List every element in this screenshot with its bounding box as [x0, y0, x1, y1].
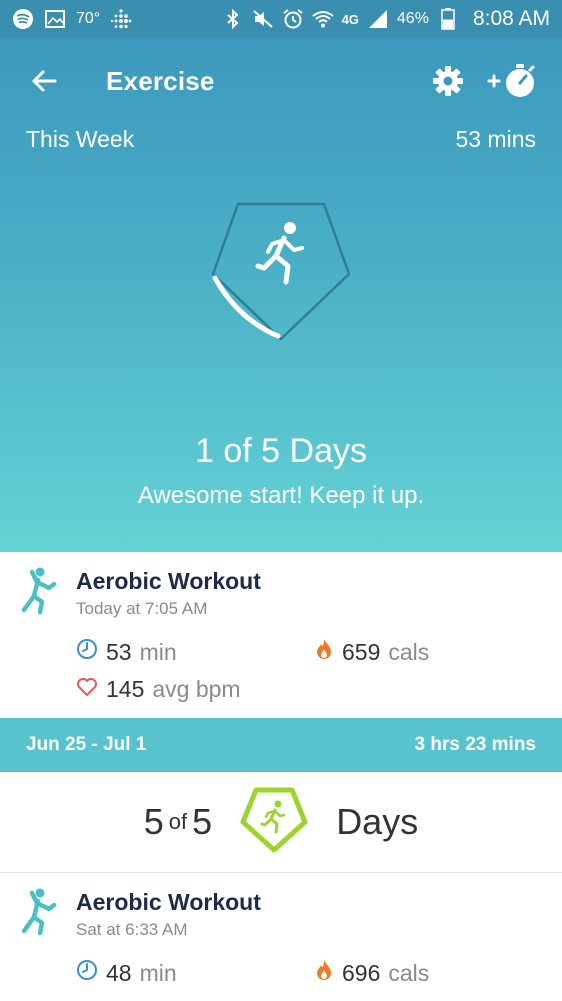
signal-icon: [367, 8, 389, 30]
duration-value: 48: [106, 959, 132, 986]
workout-list-item[interactable]: Aerobic Workout Sat at 6:33 AM 48 min 69…: [0, 873, 562, 1001]
flame-icon: [314, 638, 334, 666]
week-range-total: 3 hrs 23 mins: [414, 734, 536, 755]
of-label: of: [168, 809, 188, 834]
days-goal-value: 5: [192, 801, 213, 842]
calories-unit: cals: [388, 638, 430, 665]
heart-rate-unit: avg bpm: [152, 676, 241, 702]
calories-unit: cals: [388, 959, 430, 986]
heart-icon: [76, 676, 98, 703]
spotify-icon: [12, 8, 34, 30]
week-total-minutes: 53 mins: [455, 126, 536, 152]
week-summary-row: This Week 53 mins: [0, 126, 562, 153]
alarm-icon: [282, 8, 304, 30]
heart-rate-stat: 145 avg bpm: [76, 676, 241, 703]
calories-value: 659: [342, 638, 381, 665]
workout-list-item[interactable]: Aerobic Workout Today at 7:05 AM 53 min …: [0, 552, 562, 718]
weekly-goal-badge: [0, 194, 562, 344]
week-range-dates: Jun 25 - Jul 1: [26, 734, 147, 755]
battery-percent: 46%: [396, 10, 429, 27]
workout-time: Sat at 6:33 AM: [76, 920, 188, 939]
clock: 8:08 AM: [472, 7, 550, 30]
flame-icon: [314, 959, 334, 987]
encouragement-message: Awesome start! Keep it up.: [137, 482, 425, 509]
app-bar: Exercise: [0, 38, 562, 124]
weekly-summary-panel: Exercise This Week 53 mins 1 of 5 Days A…: [0, 38, 562, 569]
bluetooth-icon: [222, 8, 244, 30]
duration-unit: min: [139, 638, 177, 665]
aerobic-figure-icon: [18, 566, 58, 621]
days-done-value: 5: [143, 801, 164, 842]
workout-name: Aerobic Workout: [76, 889, 261, 915]
status-bar: 70° 4G 46% 8:08 AM: [0, 0, 562, 38]
temperature-label: 70°: [76, 10, 101, 27]
clock-icon: [76, 959, 98, 987]
heart-rate-value: 145: [106, 676, 145, 702]
calories-stat: 696 cals: [314, 959, 429, 987]
back-arrow-icon[interactable]: [22, 59, 66, 103]
calories-value: 696: [342, 959, 381, 986]
goal-achieved-badge-icon: [238, 784, 310, 861]
add-stopwatch-icon[interactable]: [486, 59, 540, 103]
days-label: Days: [336, 801, 419, 842]
duration-stat: 48 min: [76, 959, 177, 987]
page-title: Exercise: [106, 65, 215, 96]
calories-stat: 659 cals: [314, 638, 429, 666]
clock-icon: [76, 638, 98, 666]
duration-value: 53: [106, 638, 132, 665]
wifi-icon: [311, 8, 334, 30]
days-progress-text: 1 of 5 Days: [195, 432, 367, 470]
network-type-label: 4G: [341, 11, 359, 27]
running-figure-icon: [255, 222, 304, 285]
aerobic-figure-icon: [18, 887, 58, 942]
fitbit-icon: [110, 8, 132, 30]
week-goal-row[interactable]: 5 of 5 Days: [0, 772, 562, 873]
mute-icon: [252, 8, 274, 30]
duration-unit: min: [139, 959, 177, 986]
goal-shield-graphic: [211, 202, 351, 341]
settings-gear-icon[interactable]: [426, 59, 470, 103]
workout-time: Today at 7:05 AM: [76, 599, 208, 618]
week-range-header: Jun 25 - Jul 1 3 hrs 23 mins: [0, 718, 562, 772]
battery-icon: [437, 8, 459, 30]
image-icon: [44, 8, 66, 30]
week-label: This Week: [26, 126, 135, 152]
duration-stat: 53 min: [76, 638, 177, 666]
workout-name: Aerobic Workout: [76, 568, 261, 594]
